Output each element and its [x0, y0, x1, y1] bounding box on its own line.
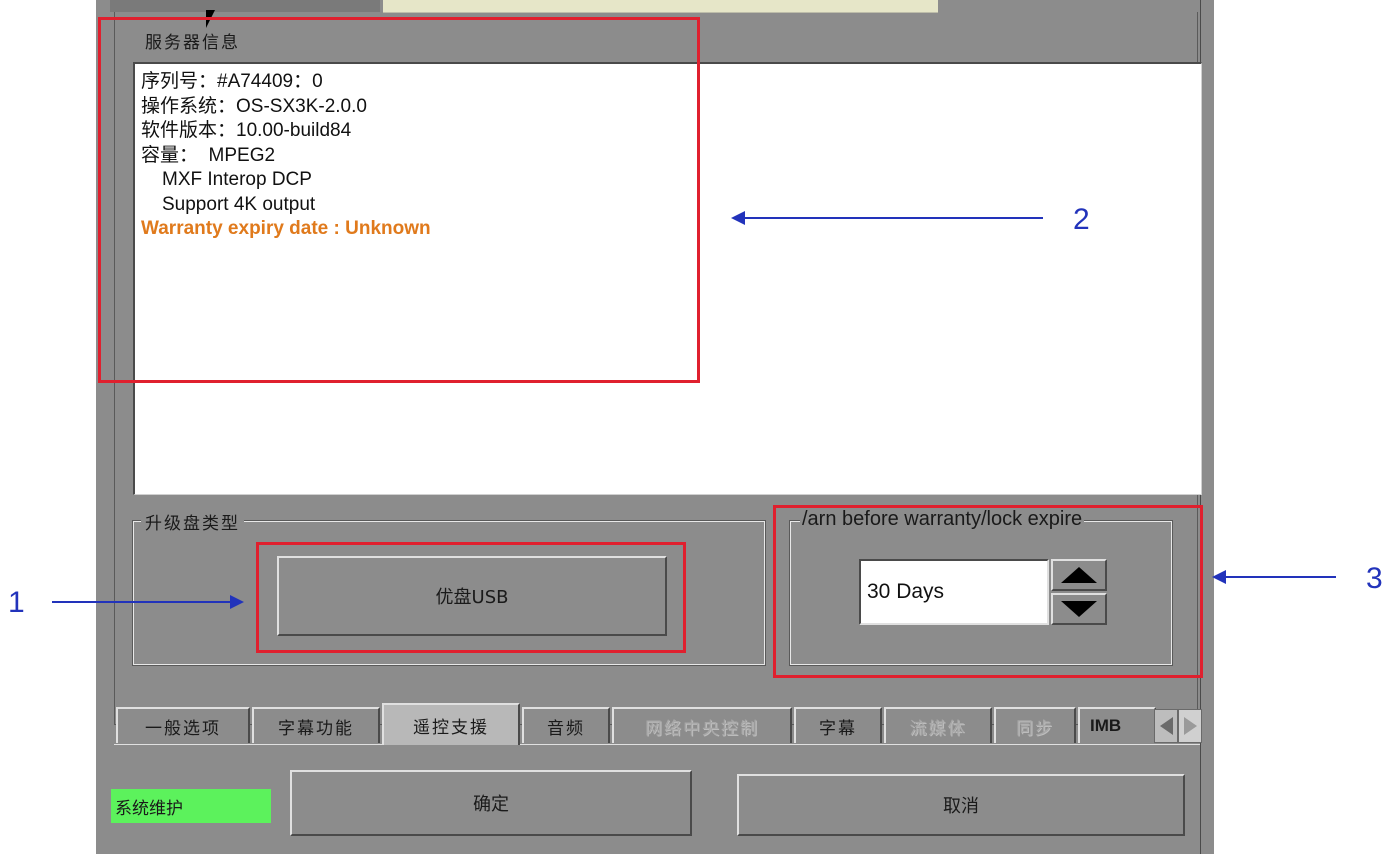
arrow-right-icon — [230, 595, 244, 609]
annotation-number-1: 1 — [8, 586, 25, 619]
tab-sync[interactable]: 同步 — [994, 707, 1076, 743]
triangle-left-icon — [1159, 717, 1173, 735]
tab-subtitles[interactable]: 字幕 — [794, 707, 882, 743]
upgrade-disk-legend: 升级盘类型 — [141, 509, 244, 534]
tab-imb[interactable]: IMB — [1078, 707, 1156, 743]
tab-remote-support[interactable]: 遥控支援 — [382, 703, 520, 745]
annotation-arrow-2 — [745, 217, 1043, 219]
cancel-button[interactable]: 取消 — [737, 774, 1185, 836]
annotation-number-3: 3 — [1366, 562, 1383, 595]
ok-button[interactable]: 确定 — [290, 770, 692, 836]
triangle-right-icon — [1183, 717, 1197, 735]
tab-general[interactable]: 一般选项 — [116, 707, 250, 743]
highlight-warn-group — [773, 505, 1203, 678]
top-tab-strip — [110, 0, 380, 12]
tab-scroll-right-button[interactable] — [1178, 709, 1202, 743]
highlight-server-info — [98, 17, 700, 383]
annotation-arrow-1 — [52, 601, 232, 603]
window-right-edge — [1200, 0, 1214, 854]
tab-audio[interactable]: 音频 — [522, 707, 610, 743]
tab-streaming[interactable]: 流媒体 — [884, 707, 992, 743]
maintenance-status-badge: 系统维护 — [111, 789, 271, 823]
highlight-usb-button — [256, 542, 686, 653]
annotation-arrow-3 — [1226, 576, 1336, 578]
tab-subtitle-function[interactable]: 字幕功能 — [252, 707, 380, 743]
tab-divider — [114, 744, 1200, 745]
annotation-number-2: 2 — [1073, 203, 1090, 236]
tab-scroll-left-button[interactable] — [1154, 709, 1178, 743]
tab-network-central-control[interactable]: 网络中央控制 — [612, 707, 792, 743]
arrow-left-icon — [731, 211, 745, 225]
arrow-left-icon-3 — [1212, 570, 1226, 584]
